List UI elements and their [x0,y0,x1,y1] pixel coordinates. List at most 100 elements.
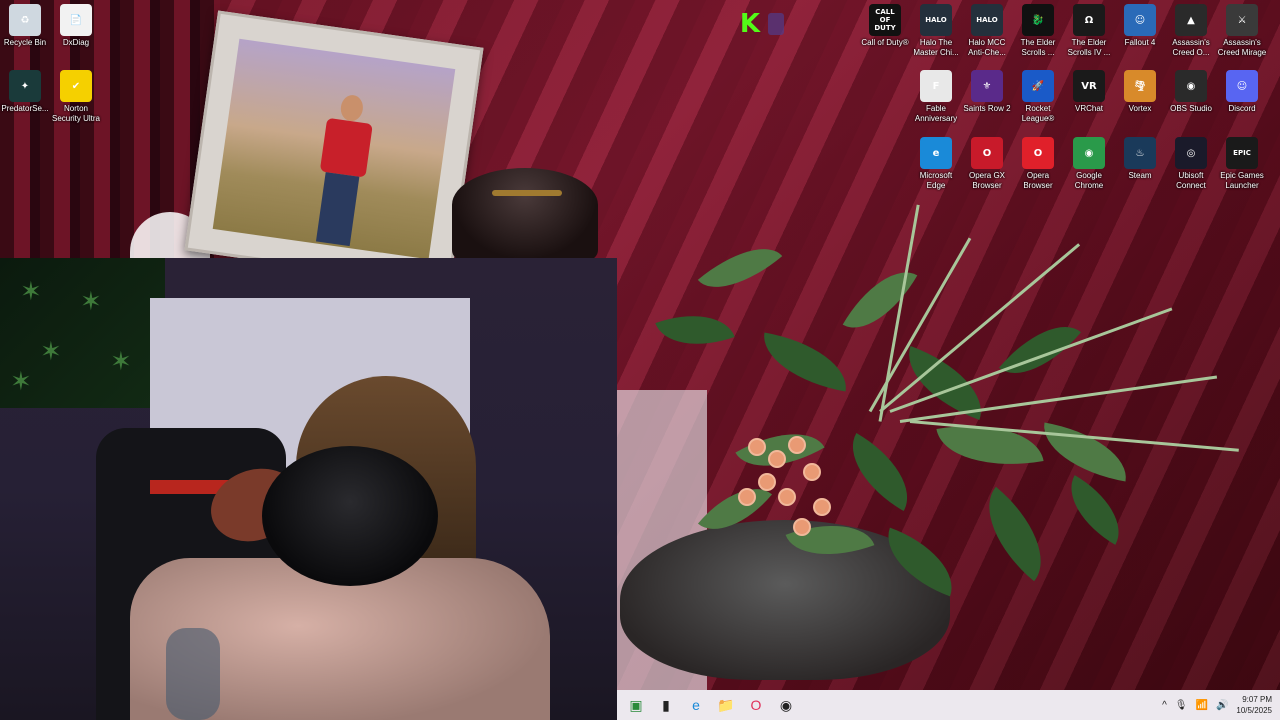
epic-games-icon: EPIC [1226,137,1258,169]
wallpaper-photo-frame [184,10,484,288]
plant-flower [790,438,804,452]
plant-flower [805,465,819,479]
desktop-shortcut-label: OBS Studio [1170,104,1212,113]
steam-icon: ♨ [1124,137,1156,169]
desktop-shortcut[interactable]: HALO Halo The Master Chi... [911,4,961,58]
desktop-shortcut[interactable]: 📄 DxDiag [51,4,101,48]
desktop-shortcut[interactable]: ⚜ Saints Row 2 [962,70,1012,114]
desktop-shortcut[interactable]: ◎ Ubisoft Connect [1166,137,1216,191]
edge-taskbar-icon[interactable]: e [681,690,711,720]
desktop-shortcut[interactable]: ▲ Assassin's Creed O... [1166,4,1216,58]
plant-leaf [655,299,735,361]
desktop-shortcut[interactable]: ◉ OBS Studio [1166,70,1216,114]
desktop-shortcut[interactable]: 🐉 The Elder Scrolls ... [1013,4,1063,58]
clock-date: 10/5/2025 [1236,706,1272,715]
wifi-icon[interactable]: 📶 [1196,700,1208,711]
microphone-icon[interactable]: 🎙 [1175,700,1188,711]
recycle-bin-icon: ♻ [9,4,41,36]
ac-odyssey-icon: ▲ [1175,4,1207,36]
desktop-shortcut[interactable]: HALO Halo MCC Anti-Che... [962,4,1012,58]
desktop-shortcut[interactable]: e Microsoft Edge [911,137,961,191]
desktop-shortcut-label: Microsoft Edge [919,171,953,190]
desktop-shortcut[interactable]: ☺ Fallout 4 [1115,4,1165,48]
predator-sense-icon: ✦ [9,70,41,102]
fallout-4-icon: ☺ [1124,4,1156,36]
webcam-tattoo [166,628,220,720]
wallpaper-urn [452,168,598,260]
desktop-shortcut[interactable]: CALL OF DUTY Call of Duty® [860,4,910,48]
vortex-icon: 🌪 [1124,70,1156,102]
desktop-shortcut[interactable]: VR VRChat [1064,70,1114,114]
plant-blade [879,243,1081,413]
taskbar-apps: ▣ ▮ e 📁 O ◉ [621,690,801,720]
desktop-shortcut-label: Halo The Master Chi... [913,38,959,57]
norton-icon: ✔ [60,70,92,102]
tray-overflow-chevron-icon[interactable]: ^ [1162,700,1167,711]
plant-flower [740,490,754,504]
desktop-shortcut-label: Ubisoft Connect [1176,171,1206,190]
plant-leaf [834,432,926,512]
desktop-shortcut[interactable]: ✔ Norton Security Ultra [51,70,101,124]
desktop-shortcut[interactable]: O Opera GX Browser [962,137,1012,191]
plant-leaf [697,228,783,308]
oblivion-icon: Ω [1073,4,1105,36]
desktop-shortcut[interactable]: ☺ Discord [1217,70,1267,114]
obs-taskbar-icon[interactable]: ◉ [771,690,801,720]
plant-flower [780,490,794,504]
desktop-shortcut-label: Recycle Bin [3,38,47,47]
webcam-overlay: ✶ ✶ ✶ ✶ ✶ [0,258,617,720]
framed-person [308,92,378,247]
plant-flower [770,452,784,466]
desktop-shortcut-label: The Elder Scrolls ... [1020,38,1056,57]
saints-row-icon: ⚜ [971,70,1003,102]
desktop-shortcut[interactable]: F Fable Anniversary [911,70,961,124]
plant-flower [750,440,764,454]
desktop-shortcut[interactable]: 🚀 Rocket League® [1013,70,1063,124]
desktop-shortcut-label: Discord [1228,104,1256,113]
desktop-shortcut[interactable]: ♨ Steam [1115,137,1165,181]
desktop-shortcut-label: Fallout 4 [1124,38,1156,47]
desktop-shortcut[interactable]: Ω The Elder Scrolls IV ... [1064,4,1114,58]
clock[interactable]: 9:07 PM 10/5/2025 [1236,694,1272,716]
desktop-shortcut-label: Assassin's Creed O... [1172,38,1210,57]
plant-leaf [1054,475,1136,545]
plant-leaf [965,486,1065,582]
ac-mirage-icon: ⚔ [1226,4,1258,36]
edge-icon: e [920,137,952,169]
plant-leaf [998,306,1082,394]
terminal-icon[interactable]: ▮ [651,690,681,720]
webcam-cap [262,446,438,586]
opera-gx-taskbar-icon[interactable]: O [741,690,771,720]
opera-icon: O [1022,137,1054,169]
desktop-shortcut-label: Halo MCC Anti-Che... [968,38,1006,57]
desktop-shortcut-label: PredatorSe... [1,104,49,113]
desktop-shortcut[interactable]: ◉ Google Chrome [1064,137,1114,191]
plant-flower [760,475,774,489]
desktop-shortcut-label: Epic Games Launcher [1220,171,1264,190]
kick-logo-overlay: K [736,8,792,40]
volume-icon[interactable]: 🔊 [1216,700,1228,711]
plant-leaf [785,507,875,573]
chrome-icon: ◉ [1073,137,1105,169]
window-thumbnail-icon[interactable]: ▣ [621,690,651,720]
desktop-shortcut-label: DxDiag [62,38,90,47]
desktop-shortcut[interactable]: ⚔ Assassin's Creed Mirage [1217,4,1267,58]
desktop-shortcut-label: The Elder Scrolls IV ... [1067,38,1111,57]
desktop-shortcut-label: Steam [1128,171,1152,180]
desktop-shortcut-label: Opera GX Browser [968,171,1005,190]
desktop-shortcut-label: Google Chrome [1074,171,1104,190]
ubisoft-icon: ◎ [1175,137,1207,169]
call-of-duty-icon: CALL OF DUTY [869,4,901,36]
plant-leaf [936,411,1044,479]
desktop-shortcut[interactable]: EPIC Epic Games Launcher [1217,137,1267,191]
desktop-shortcut[interactable]: 🌪 Vortex [1115,70,1165,114]
halo-mcc-icon: HALO [920,4,952,36]
fable-icon: F [920,70,952,102]
halo-anticheat-icon: HALO [971,4,1003,36]
desktop-shortcut[interactable]: ✦ PredatorSe... [0,70,50,114]
desktop-shortcut[interactable]: ♻ Recycle Bin [0,4,50,48]
rocket-league-icon: 🚀 [1022,70,1054,102]
file-explorer-icon[interactable]: 📁 [711,690,741,720]
desktop-shortcut-label: VRChat [1074,104,1103,113]
desktop-shortcut[interactable]: O Opera Browser [1013,137,1063,191]
